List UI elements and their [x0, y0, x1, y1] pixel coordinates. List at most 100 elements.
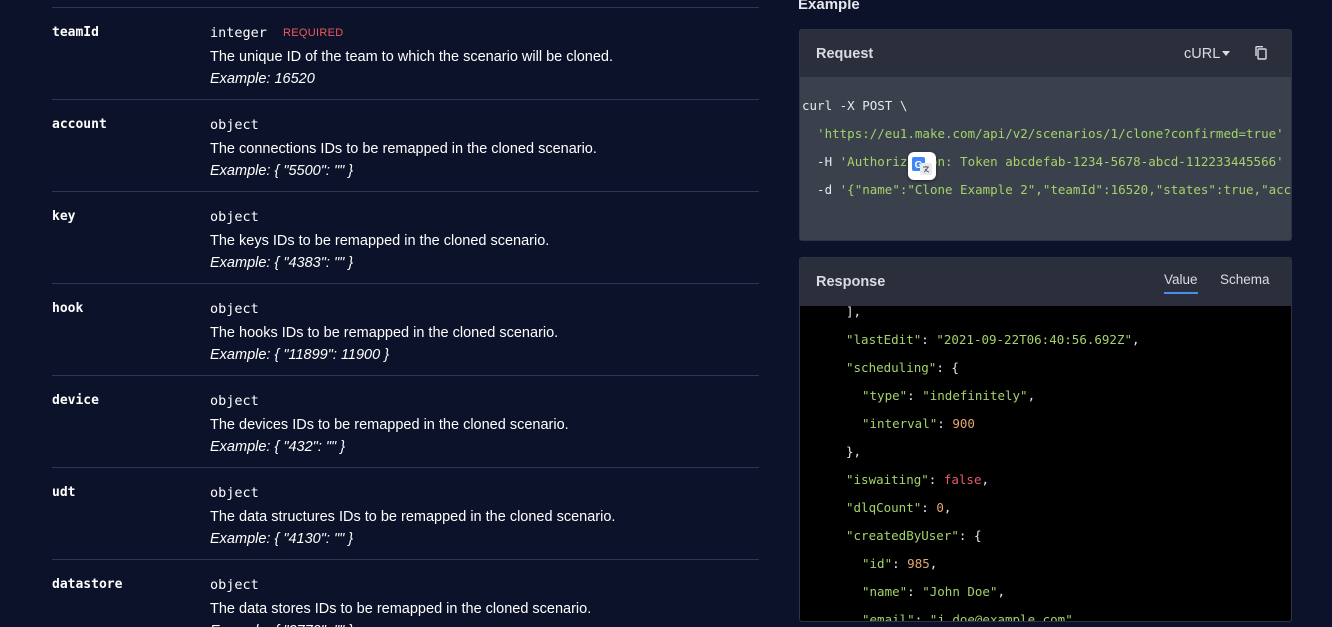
- param-name: udt: [52, 485, 76, 500]
- json-line: ],: [846, 306, 861, 326]
- param-name: account: [52, 117, 107, 132]
- request-code[interactable]: curl -X POST \ 'https://eu1.make.com/api…: [800, 77, 1291, 240]
- param-type: object: [210, 485, 259, 501]
- request-panel: Request cURL curl -X POST \ 'https://eu1…: [799, 29, 1292, 241]
- param-name: datastore: [52, 577, 123, 592]
- json-token: :: [921, 500, 937, 515]
- json-line: "lastEdit": "2021-09-22T06:40:56.692Z",: [846, 326, 1140, 354]
- param-example: Example: { "3770": "" }: [210, 623, 353, 627]
- param-example: Example: { "11899": 11900 }: [210, 347, 390, 363]
- json-token: false: [943, 472, 982, 487]
- param-type: object: [210, 301, 259, 317]
- json-line: },: [846, 438, 861, 466]
- code-token: curl -X POST \: [802, 98, 908, 113]
- copy-icon[interactable]: [1253, 45, 1269, 61]
- json-token: :: [907, 388, 923, 403]
- param-row-hook: hook object The hooks IDs to be remapped i…: [52, 284, 759, 376]
- param-type: object: [210, 577, 259, 593]
- json-token: :: [914, 612, 930, 622]
- param-row-udt: udt object The data structures IDs to be r…: [52, 468, 759, 560]
- json-token: ,: [1132, 332, 1140, 347]
- code-line: 'https://eu1.make.com/api/v2/scenarios/1…: [802, 125, 1291, 143]
- json-line: "name": "John Doe",: [862, 578, 1005, 606]
- json-token: 985: [907, 556, 930, 571]
- json-line: "email": "j.doe@example.com": [862, 606, 1073, 622]
- json-token: :: [907, 584, 923, 599]
- json-token: ],: [846, 306, 862, 319]
- json-token: "createdByUser": [846, 528, 959, 543]
- chevron-down-icon[interactable]: [1222, 51, 1230, 56]
- param-row-account: account object The connections IDs to be r…: [52, 100, 759, 192]
- json-token: "id": [862, 556, 893, 571]
- required-badge: REQUIRED: [283, 27, 344, 39]
- param-description: The connections IDs to be remapped in th…: [210, 141, 597, 157]
- json-token: "iswaiting": [846, 472, 929, 487]
- json-token: 0: [936, 500, 944, 515]
- json-line: "interval": 900: [862, 410, 975, 438]
- json-token: ,: [929, 556, 938, 571]
- param-row-teamid: teamId integer REQUIRED The unique ID of th…: [52, 8, 759, 100]
- request-header: Request cURL: [800, 30, 1291, 77]
- code-line: curl -X POST \: [802, 97, 907, 115]
- response-title: Response: [816, 274, 886, 290]
- json-token: ,: [997, 584, 1006, 599]
- json-line: "id": 985,: [862, 550, 937, 578]
- example-heading: Example: [798, 0, 860, 13]
- param-description: The hooks IDs to be remapped in the clon…: [210, 325, 559, 341]
- json-token: "lastEdit": [846, 332, 922, 347]
- param-description: The keys IDs to be remapped in the clone…: [210, 233, 550, 249]
- param-name: key: [52, 209, 76, 224]
- param-row-key: key object The keys IDs to be remapped in …: [52, 192, 759, 284]
- param-type: integer: [210, 25, 267, 41]
- json-token: "type": [862, 388, 908, 403]
- json-token: :: [928, 472, 944, 487]
- json-token: "email": [862, 612, 915, 622]
- response-json[interactable]: ], "lastEdit": "2021-09-22T06:40:56.692Z"…: [800, 306, 1291, 622]
- code-token: '{"name":"Clone Example 2","teamId":1652…: [839, 182, 1291, 197]
- json-token: "dlqCount": [846, 500, 922, 515]
- request-title: Request: [816, 46, 874, 62]
- json-token: "scheduling": [846, 360, 937, 375]
- json-token: ,: [981, 472, 990, 487]
- parameters-list: teamId integer REQUIRED The unique ID of th…: [0, 0, 760, 627]
- api-docs-page: teamId integer REQUIRED The unique ID of th…: [0, 0, 1332, 627]
- param-row-device: device object The devices IDs to be remapp…: [52, 376, 759, 468]
- json-token: :: [921, 332, 937, 347]
- param-example: Example: { "5500": "" }: [210, 163, 354, 179]
- code-line: -d '{"name":"Clone Example 2","teamId":1…: [802, 181, 1291, 199]
- param-name: teamId: [52, 25, 99, 40]
- response-header: Response Value Schema: [800, 258, 1291, 306]
- json-line: "dlqCount": 0,: [846, 494, 951, 522]
- param-row-datastore: datastore object The data stores IDs to be…: [52, 560, 759, 627]
- response-panel: Response Value Schema ], "lastEdit": "202…: [799, 257, 1292, 622]
- json-token: ,: [943, 500, 952, 515]
- param-name: device: [52, 393, 99, 408]
- json-line: "type": "indefinitely",: [862, 382, 1035, 410]
- code-token: 'Authorization: Token abcdefab-1234-5678…: [839, 154, 1284, 169]
- param-example: Example: { "432": "" }: [210, 439, 346, 455]
- json-token: "indefinitely": [922, 388, 1028, 403]
- code-token: \: [1284, 154, 1291, 169]
- tab-schema[interactable]: Schema: [1220, 272, 1270, 292]
- param-type: object: [210, 393, 259, 409]
- param-name: hook: [52, 301, 84, 316]
- json-line: "createdByUser": {: [846, 522, 981, 550]
- json-token: "interval": [862, 416, 938, 431]
- json-token: : {: [958, 528, 982, 543]
- json-token: },: [846, 444, 862, 459]
- json-token: "j.doe@example.com": [929, 612, 1073, 622]
- json-token: :: [937, 416, 953, 431]
- language-select[interactable]: cURL: [1184, 46, 1220, 62]
- json-token: "John Doe": [922, 584, 998, 599]
- param-example: Example: { "4383": "" }: [210, 255, 354, 271]
- json-token: "name": [862, 584, 908, 599]
- param-description: The unique ID of the team to which the s…: [210, 49, 614, 65]
- google-translate-icon[interactable]: G: [908, 152, 936, 180]
- param-example: Example: { "4130": "" }: [210, 531, 354, 547]
- param-description: The data structures IDs to be remapped i…: [210, 509, 616, 525]
- code-token: -H: [802, 154, 840, 169]
- tab-value[interactable]: Value: [1164, 272, 1198, 294]
- json-token: :: [892, 556, 908, 571]
- code-token: -d: [802, 182, 840, 197]
